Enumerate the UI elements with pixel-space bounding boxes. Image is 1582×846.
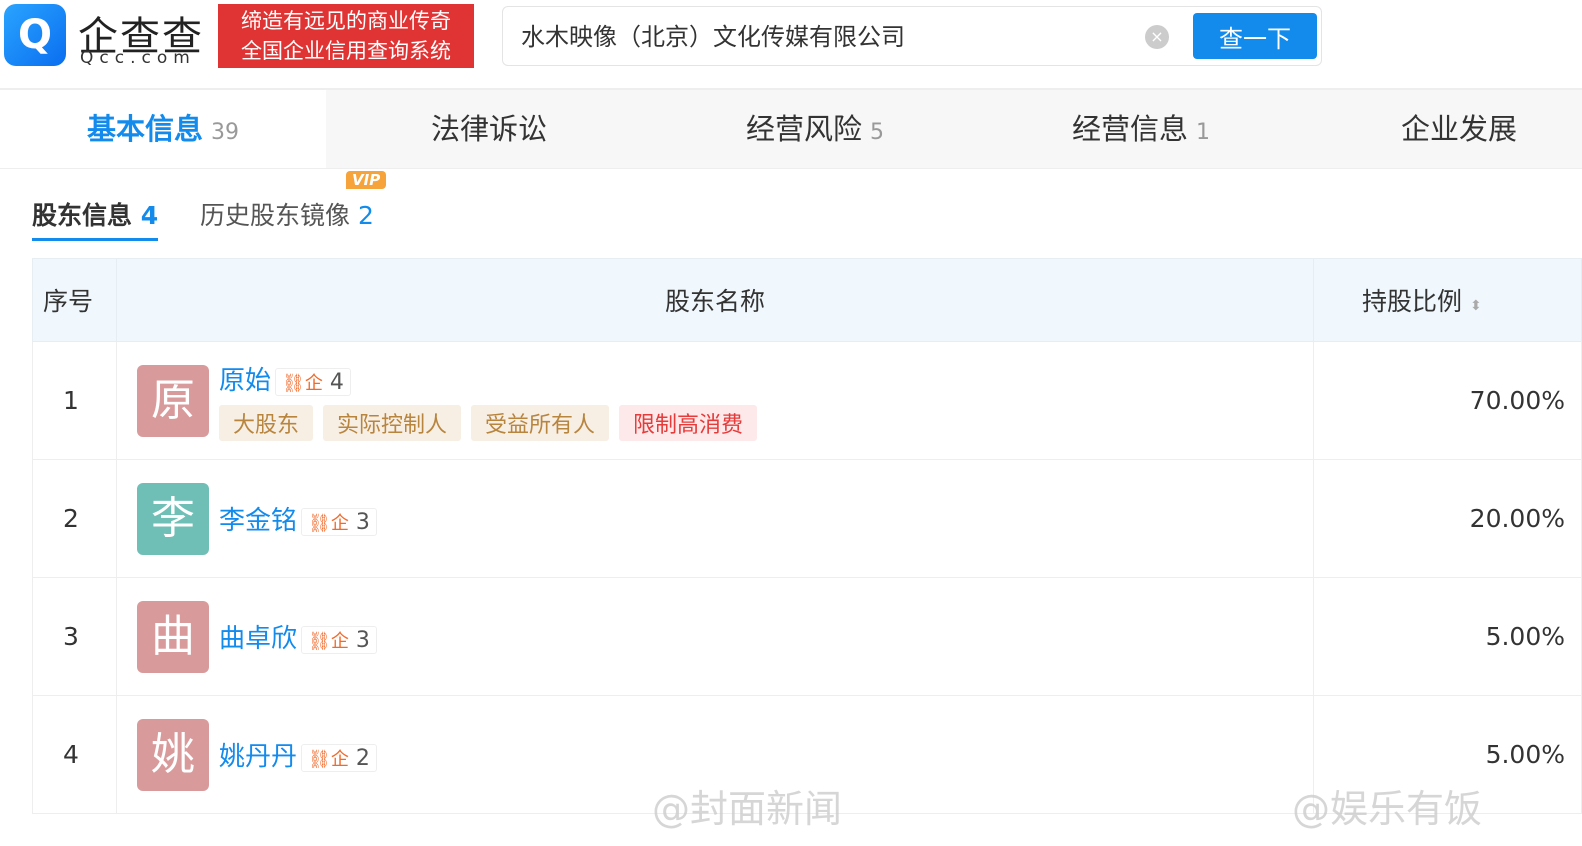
subtab-history[interactable]: 历史股东镜像 2	[200, 196, 374, 232]
col-percent[interactable]: 持股比例 ⬍	[1313, 258, 1582, 342]
table-row: 2 李 李金铭 ⛓企 3 20.00%	[32, 459, 1582, 578]
avatar: 原	[137, 364, 209, 437]
tab-label: 经营信息	[1071, 112, 1188, 146]
watermark: @封面新闻	[652, 787, 843, 831]
row-index: 2	[32, 459, 117, 578]
avatar: 曲	[137, 600, 209, 673]
subtab-label: 股东信息	[32, 201, 133, 230]
vip-badge: VIP	[346, 171, 387, 189]
table-row: 1 原 原始 ⛓企 4 大股东 实际控制人 受益所有人 限制高消费 70.00%	[32, 341, 1582, 460]
subtab-label: 历史股东镜像	[200, 201, 351, 230]
relation-graph-button[interactable]: ⛓企 4	[275, 368, 351, 396]
share-percent: 5.00%	[1313, 577, 1582, 696]
relation-count: 3	[355, 628, 370, 653]
relation-graph-button[interactable]: ⛓企 3	[301, 626, 377, 654]
tab-label: 企业发展	[1400, 112, 1517, 146]
shareholder-name-link[interactable]: 原始	[219, 366, 271, 396]
shareholder-table: 序号 股东名称 持股比例 ⬍ 1 原 原始 ⛓企 4 大股东 实际控制人 受益所有人限…	[32, 258, 1582, 814]
relation-count: 2	[355, 746, 370, 771]
search-button[interactable]: 查一下	[1193, 13, 1317, 59]
share-percent: 20.00%	[1313, 459, 1582, 578]
tab-count: 1	[1196, 120, 1210, 145]
shareholder-name-link[interactable]: 姚丹丹	[219, 742, 297, 772]
tab-development[interactable]: 企业发展	[1304, 90, 1582, 168]
tab-label: 经营风险	[745, 112, 862, 146]
shareholder-name-link[interactable]: 曲卓欣	[219, 624, 297, 654]
brand-domain: Qcc.com	[80, 48, 196, 68]
table-row: 3 曲 曲卓欣 ⛓企 3 5.00%	[32, 577, 1582, 696]
tab-legal[interactable]: 法律诉讼	[326, 90, 652, 168]
tab-label: 基本信息	[86, 112, 203, 146]
tag: 实际控制人	[323, 405, 462, 441]
relation-count: 3	[355, 510, 370, 535]
subtab-count: 4	[140, 201, 159, 230]
relation-graph-button[interactable]: ⛓企 2	[301, 744, 377, 772]
col-percent-label: 持股比例	[1362, 287, 1463, 316]
relation-count: 4	[329, 370, 344, 395]
subtab-shareholders[interactable]: 股东信息 4	[32, 196, 159, 241]
col-name: 股东名称	[116, 258, 1314, 342]
tab-count: 5	[870, 120, 884, 145]
search-input[interactable]	[519, 19, 1123, 49]
main-tabs: 基本信息 39 法律诉讼 经营风险 5 经营信息 1 企业发展	[0, 90, 1582, 169]
tab-risk[interactable]: 经营风险 5	[652, 90, 978, 168]
tab-label: 法律诉讼	[430, 112, 547, 146]
subtab-count: 2	[357, 201, 374, 230]
watermark: @娱乐有饭	[1292, 787, 1483, 831]
col-index: 序号	[32, 258, 117, 342]
shareholder-name-link[interactable]: 李金铭	[219, 506, 297, 536]
relation-graph-button[interactable]: ⛓企 3	[301, 508, 377, 536]
row-index: 4	[32, 695, 117, 814]
tab-operation[interactable]: 经营信息 1	[978, 90, 1304, 168]
slogan-line-2: 全国企业信用查询系统	[241, 39, 451, 63]
slogan-line-1: 缔造有远见的商业传奇	[241, 9, 451, 33]
slogan-banner: 缔造有远见的商业传奇 全国企业信用查询系统	[218, 4, 474, 68]
share-percent: 70.00%	[1313, 341, 1582, 460]
row-index: 1	[32, 341, 117, 460]
relation-graph-icon: ⛓企	[308, 631, 349, 652]
search-box: × 查一下	[502, 6, 1322, 66]
relation-graph-icon: ⛓企	[308, 749, 349, 770]
relation-graph-icon: ⛓企	[282, 373, 323, 394]
clear-icon[interactable]: ×	[1145, 25, 1169, 49]
tag: 受益所有人	[471, 405, 610, 441]
avatar: 姚	[137, 718, 209, 791]
tag: 限制高消费	[619, 405, 758, 441]
sort-icon[interactable]: ⬍	[1470, 298, 1482, 314]
tab-count: 39	[211, 120, 239, 145]
header: Q 企查查 Qcc.com 缔造有远见的商业传奇全国企业信用查询系统 × 查一下	[0, 0, 1582, 90]
relation-graph-icon: ⛓企	[308, 513, 349, 534]
tag: 大股东	[219, 405, 314, 441]
qcc-logo-icon[interactable]: Q	[4, 4, 66, 66]
row-index: 3	[32, 577, 117, 696]
avatar: 李	[137, 482, 209, 555]
tab-basic-info[interactable]: 基本信息 39	[0, 90, 326, 168]
